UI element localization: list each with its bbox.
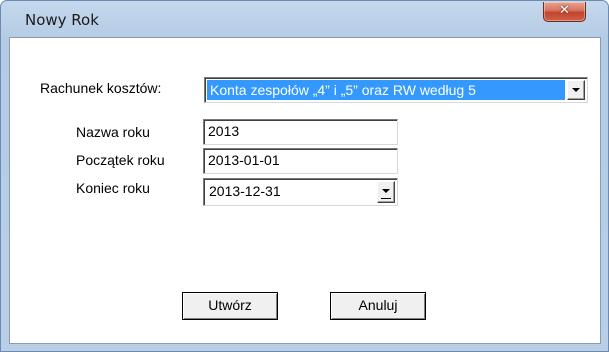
koniec-roku-select[interactable]: 2013-12-31 [203,178,398,206]
dialog-content: Rachunek kosztów: Konta zespołów „4” i „… [9,37,601,344]
chevron-down-icon [382,189,390,193]
create-button[interactable]: Utwórz [182,292,278,320]
close-button[interactable]: ✕ [543,2,586,22]
dialog-window: Nowy Rok ✕ Rachunek kosztów: Konta zespo… [0,0,609,352]
rachunek-kosztow-select[interactable]: Konta zespołów „4” i „5” oraz RW według … [204,77,588,103]
nazwa-roku-input[interactable]: 2013 [203,119,398,145]
koniec-roku-dropdown-button[interactable] [377,181,395,203]
title-bar[interactable]: Nowy Rok ✕ [1,1,608,37]
nazwa-roku-label: Nazwa roku [76,124,150,140]
chevron-down-icon [572,88,580,92]
poczatek-roku-label: Początek roku [76,152,165,168]
window-title: Nowy Rok [25,11,99,29]
koniec-roku-label: Koniec roku [76,180,150,196]
dropdown-underline [381,198,391,199]
close-icon: ✕ [559,3,570,18]
koniec-roku-value: 2013-12-31 [209,183,281,199]
rachunek-label: Rachunek kosztów: [40,80,162,96]
rachunek-selected-value: Konta zespołów „4” i „5” oraz RW według … [207,80,565,100]
cancel-button[interactable]: Anuluj [330,292,426,320]
rachunek-dropdown-button[interactable] [567,80,585,100]
poczatek-roku-input[interactable]: 2013-01-01 [203,148,398,174]
